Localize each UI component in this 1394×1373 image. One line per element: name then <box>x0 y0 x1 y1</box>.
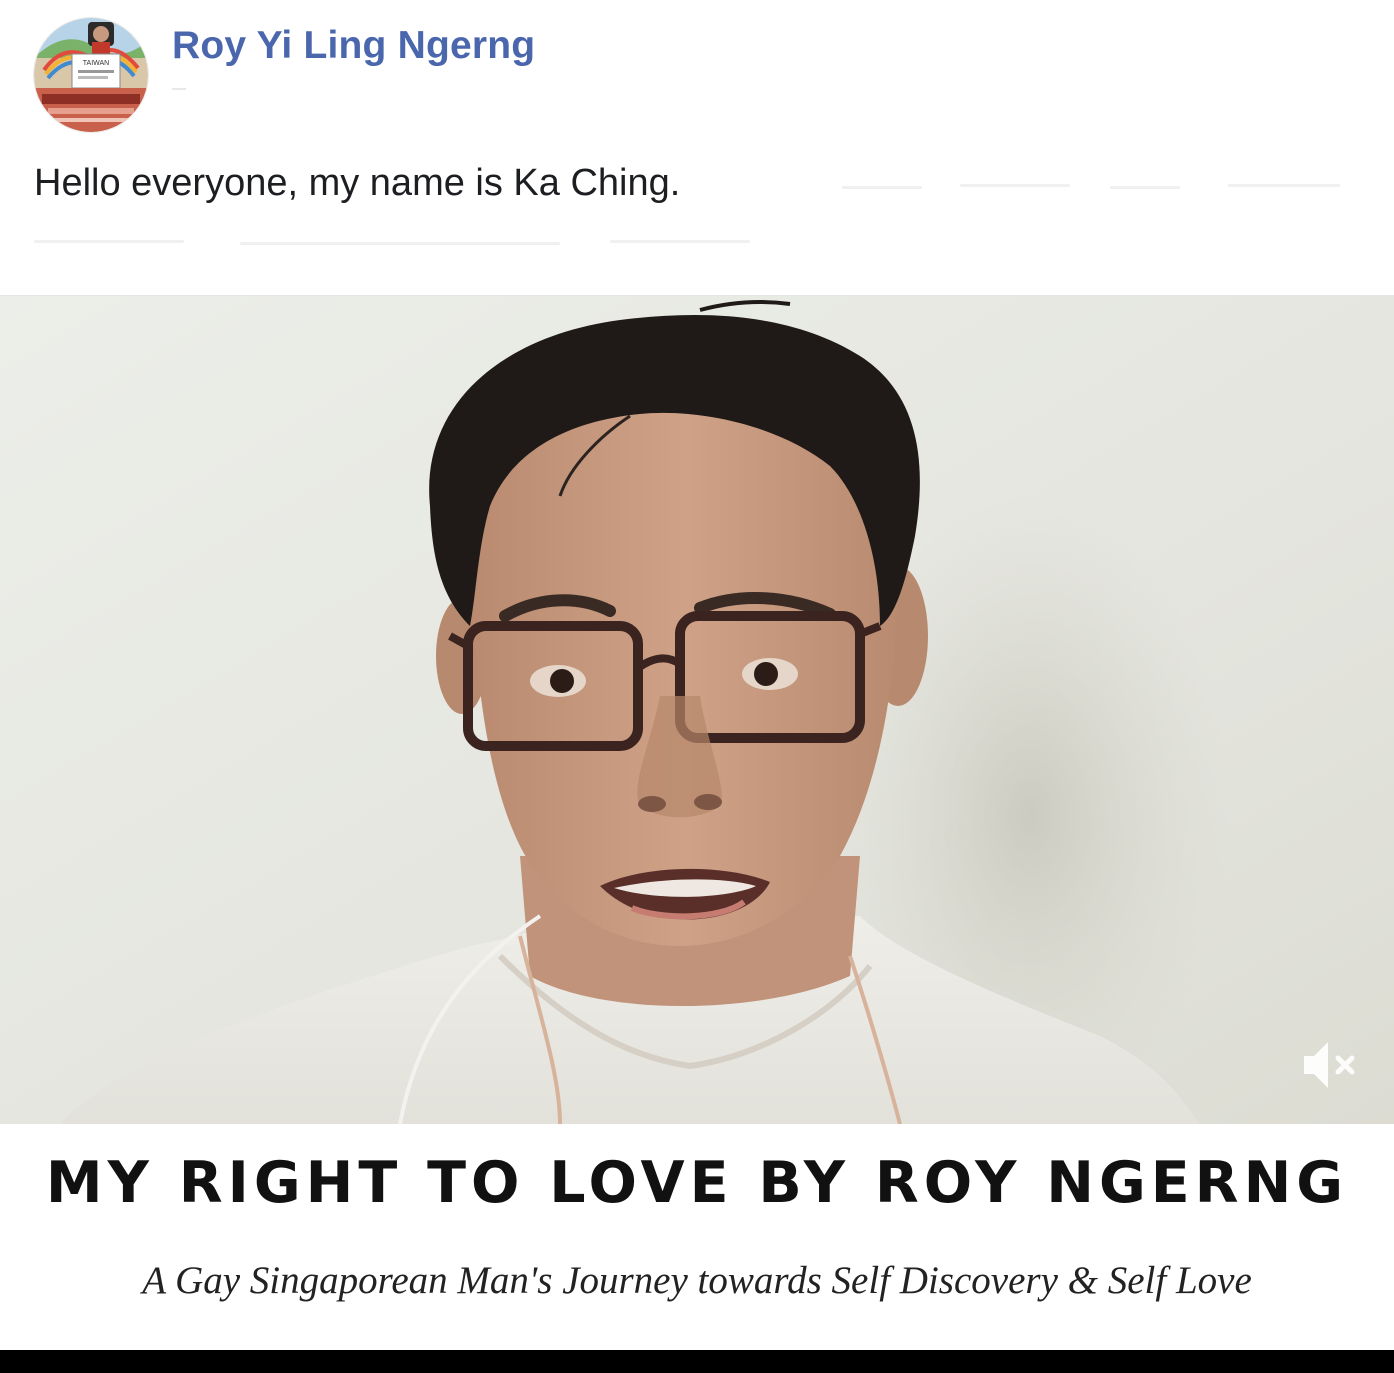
faded-text-fragment <box>842 186 922 189</box>
faded-text-fragment <box>34 240 184 243</box>
post-header: TAIWAN Roy Yi Ling Ngerng Hello everyone… <box>0 0 1394 296</box>
faded-text-fragment <box>1110 186 1180 189</box>
avatar-badge-text: TAIWAN <box>83 60 109 67</box>
author-avatar[interactable]: TAIWAN <box>34 18 148 132</box>
timestamp-placeholder <box>172 88 186 90</box>
faded-text-fragment <box>960 184 1070 187</box>
video-frame <box>0 296 1394 1124</box>
post-text: Hello everyone, my name is Ka Ching. <box>34 162 681 204</box>
caption-banner: MY RIGHT TO LOVE BY ROY NGERNG A Gay Sin… <box>0 1124 1394 1350</box>
faded-text-fragment <box>610 240 750 243</box>
banner-title: MY RIGHT TO LOVE BY ROY NGERNG <box>45 1150 1349 1216</box>
mute-toggle-button[interactable] <box>1296 1030 1366 1100</box>
author-name-link[interactable]: Roy Yi Ling Ngerng <box>172 24 535 68</box>
speaker-muted-icon <box>1304 1042 1355 1088</box>
faded-text-fragment <box>240 242 560 245</box>
banner-subtitle: A Gay Singaporean Man's Journey towards … <box>142 1259 1252 1302</box>
bottom-edge-bar <box>0 1350 1394 1373</box>
faded-text-fragment <box>1228 184 1340 187</box>
avatar-image: TAIWAN <box>34 18 148 132</box>
video-player[interactable] <box>0 296 1394 1124</box>
